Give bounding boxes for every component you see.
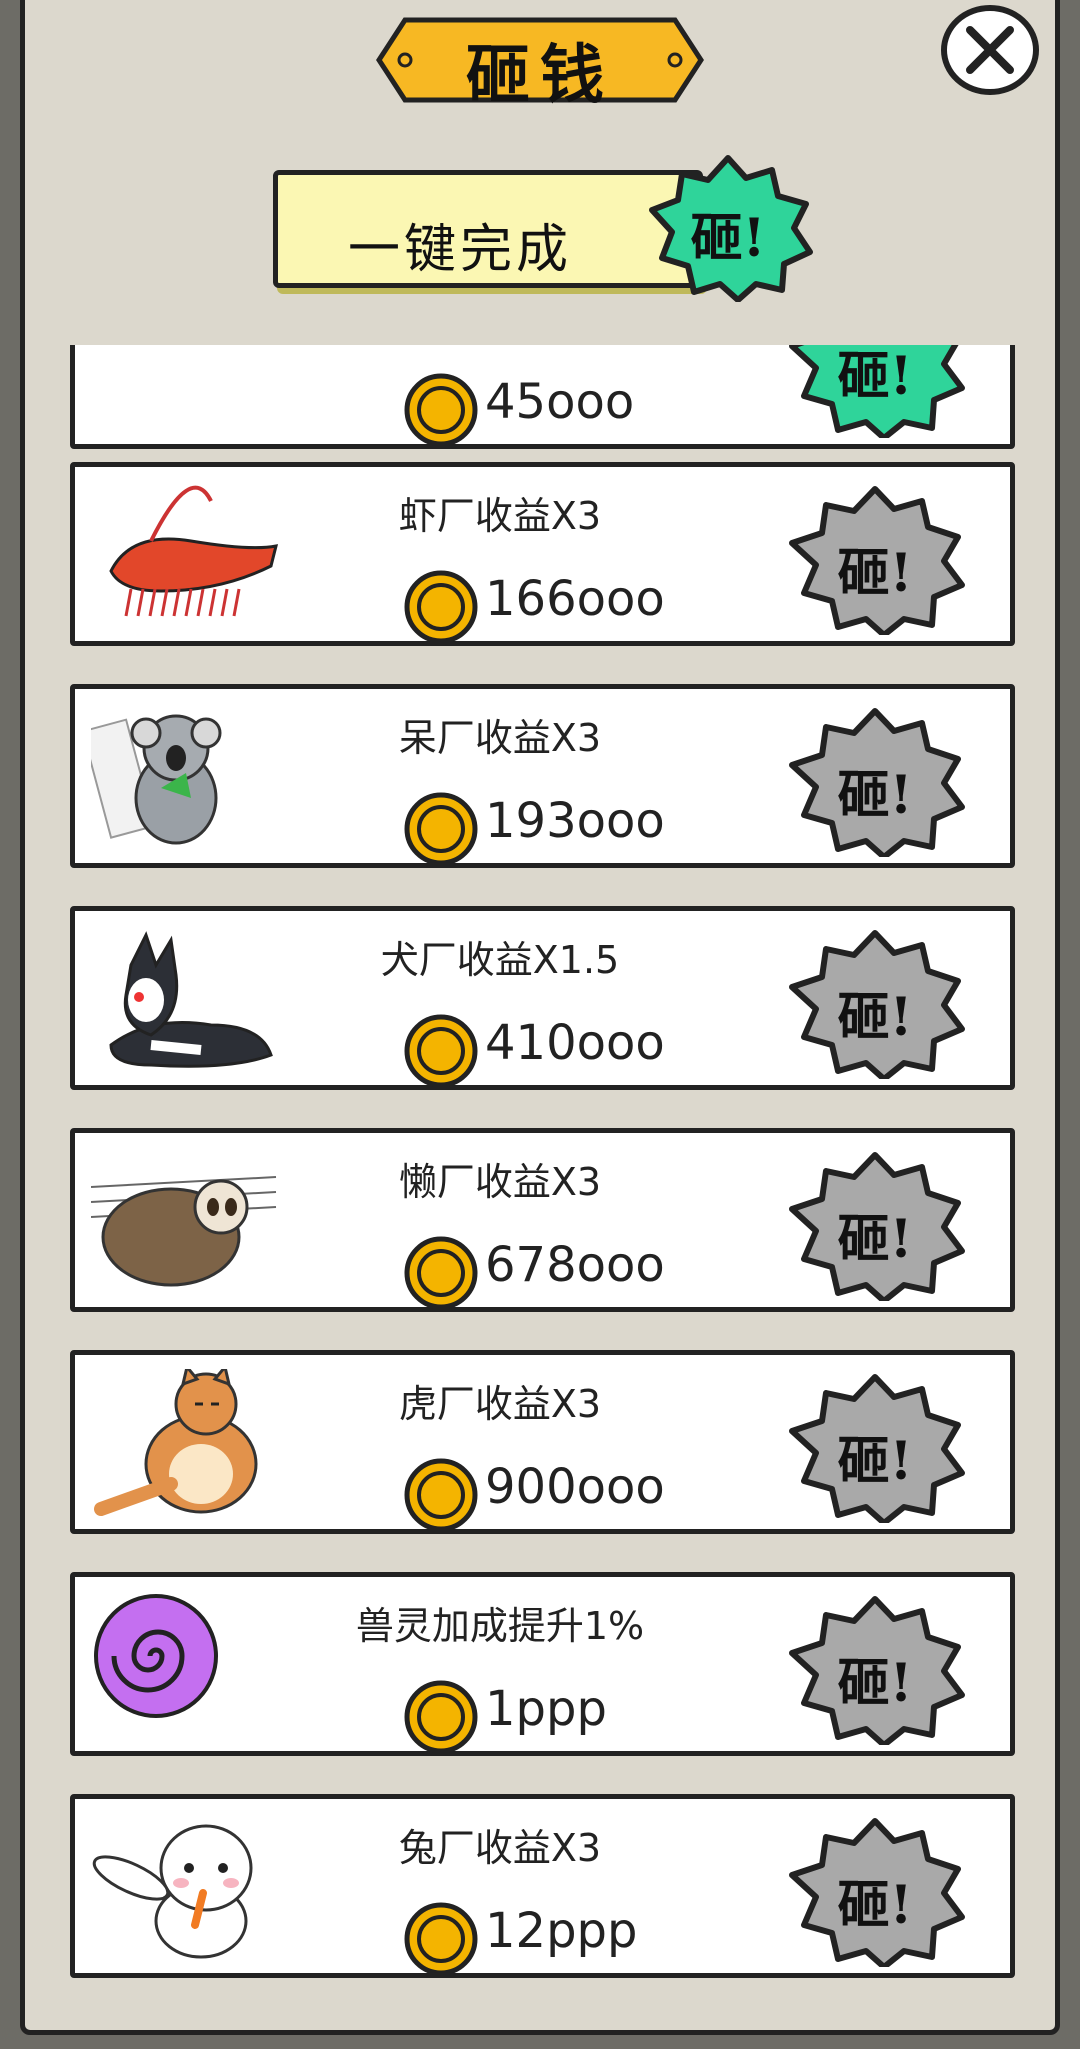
coin-icon — [403, 1235, 479, 1315]
purple-spiral-icon — [91, 1591, 231, 1725]
upgrade-price: 678ooo — [485, 1237, 665, 1293]
partial-yellow-black-creature-icon — [91, 345, 241, 348]
coin-icon — [403, 1901, 479, 1981]
smash-label: 砸! — [837, 346, 913, 407]
upgrade-price: 45ooo — [485, 374, 635, 430]
close-icon — [941, 5, 1039, 95]
upgrade-list: 45ooo 砸! 虾厂收益X3 166ooo 砸! 呆厂收益X3 193ooo 砸! 犬厂收益X… — [70, 345, 1020, 1985]
upgrade-card: 懒厂收益X3 678ooo 砸! — [70, 1128, 1015, 1312]
upgrade-title: 虾厂收益X3 — [398, 494, 602, 538]
smash-button[interactable]: 砸! — [780, 707, 970, 861]
upgrade-price: 166ooo — [485, 571, 665, 627]
smash-label: 砸! — [837, 765, 913, 826]
coin-icon — [403, 1013, 479, 1093]
coin-icon — [403, 1679, 479, 1759]
white-rabbit-icon — [91, 1813, 281, 1967]
upgrade-price: 12ppp — [485, 1903, 638, 1959]
husky-icon — [91, 925, 281, 1079]
page-title: 砸钱 — [466, 38, 614, 113]
upgrade-card: 45ooo 砸! — [70, 345, 1015, 449]
tabby-cat-icon — [91, 1363, 281, 1523]
upgrade-price: 1ppp — [485, 1681, 607, 1737]
smash-button[interactable]: 砸! — [780, 345, 970, 442]
one-key-smash-label: 砸! — [690, 208, 766, 269]
upgrade-title: 兔厂收益X3 — [398, 1826, 602, 1870]
upgrade-card: 兔厂收益X3 12ppp 砸! — [70, 1794, 1015, 1978]
smash-label: 砸! — [837, 1653, 913, 1714]
coin-icon — [403, 1457, 479, 1537]
smash-label: 砸! — [837, 543, 913, 604]
one-key-complete[interactable]: 一键完成 砸! — [273, 155, 833, 304]
one-key-smash-button[interactable]: 砸! — [638, 152, 818, 306]
smash-button[interactable]: 砸! — [780, 929, 970, 1083]
upgrade-card: 犬厂收益X1.5 410ooo 砸! — [70, 906, 1015, 1090]
smash-button[interactable]: 砸! — [780, 1817, 970, 1971]
upgrade-price: 410ooo — [485, 1015, 665, 1071]
upgrade-card: 呆厂收益X3 193ooo 砸! — [70, 684, 1015, 868]
sloth-icon — [90, 1147, 281, 1301]
upgrade-card: 虎厂收益X3 900ooo 砸! — [70, 1350, 1015, 1534]
smash-button[interactable]: 砸! — [780, 485, 970, 639]
upgrade-price: 900ooo — [485, 1459, 665, 1515]
koala-icon — [81, 703, 241, 857]
title-banner: 砸钱 — [375, 12, 705, 113]
upgrade-price: 193ooo — [485, 793, 665, 849]
coin-icon — [403, 791, 479, 871]
coin-icon — [403, 372, 479, 452]
upgrade-title: 犬厂收益X1.5 — [380, 938, 620, 982]
upgrade-title: 呆厂收益X3 — [398, 716, 602, 760]
smash-label: 砸! — [837, 1431, 913, 1492]
smash-label: 砸! — [837, 1875, 913, 1936]
close-button[interactable] — [938, 4, 1042, 100]
shrimp-icon — [91, 481, 281, 635]
upgrade-title: 虎厂收益X3 — [398, 1382, 602, 1426]
smash-label: 砸! — [837, 1209, 913, 1270]
upgrade-card: 兽灵加成提升1% 1ppp 砸! — [70, 1572, 1015, 1756]
upgrade-title: 兽灵加成提升1% — [355, 1604, 645, 1648]
coin-icon — [403, 569, 479, 649]
smash-label: 砸! — [837, 987, 913, 1048]
upgrade-card: 虾厂收益X3 166ooo 砸! — [70, 462, 1015, 646]
smash-button[interactable]: 砸! — [780, 1151, 970, 1305]
upgrade-title: 懒厂收益X3 — [398, 1160, 602, 1204]
smash-button[interactable]: 砸! — [780, 1373, 970, 1527]
one-key-label: 一键完成 — [348, 220, 573, 280]
smash-button[interactable]: 砸! — [780, 1595, 970, 1749]
